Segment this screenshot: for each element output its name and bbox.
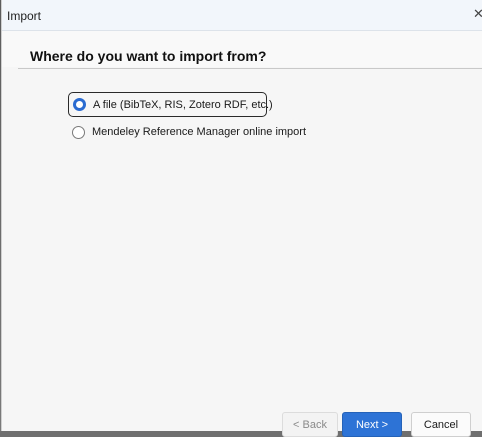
option-label: A file (BibTeX, RIS, Zotero RDF, etc.) bbox=[93, 98, 273, 111]
option-file-import[interactable]: A file (BibTeX, RIS, Zotero RDF, etc.) bbox=[68, 92, 273, 117]
close-icon[interactable]: ✕ bbox=[473, 6, 482, 22]
title-bar[interactable]: Import ✕ bbox=[2, 0, 482, 31]
back-button[interactable]: < Back bbox=[282, 412, 338, 437]
header-divider bbox=[18, 68, 482, 69]
cancel-button[interactable]: Cancel bbox=[411, 412, 471, 437]
next-button[interactable]: Next > bbox=[342, 412, 402, 437]
radio-unselected-icon[interactable] bbox=[72, 125, 85, 139]
radio-selected-icon[interactable] bbox=[73, 98, 86, 111]
option-mendeley-import[interactable]: Mendeley Reference Manager online import bbox=[72, 123, 306, 141]
option-label: Mendeley Reference Manager online import bbox=[92, 126, 307, 138]
import-dialog: Import ✕ Where do you want to import fro… bbox=[1, 0, 482, 437]
dialog-title: Import bbox=[7, 9, 42, 23]
page-heading: Where do you want to import from? bbox=[30, 48, 267, 64]
